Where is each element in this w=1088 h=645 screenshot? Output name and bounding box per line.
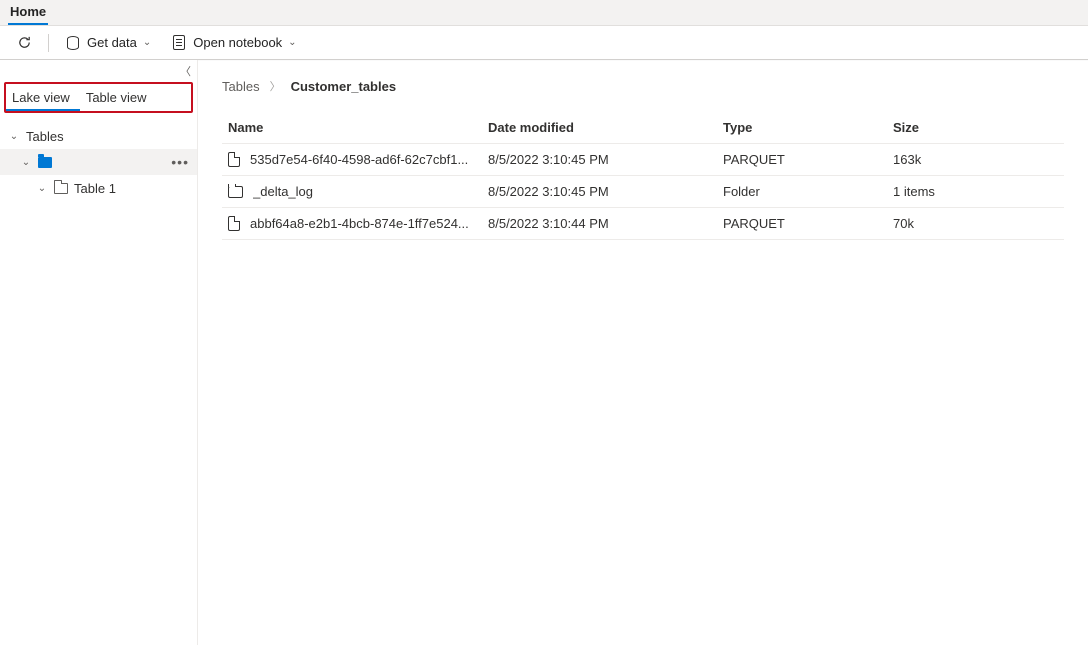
col-size[interactable]: Size <box>893 120 1058 135</box>
folder-outline-icon <box>54 183 68 194</box>
toolbar: Get data ⌄ Open notebook ⌄ <box>0 26 1088 60</box>
breadcrumb-current: Customer_tables <box>291 79 396 94</box>
tree-node-table1[interactable]: ⌄ Table 1 <box>0 175 197 201</box>
table-row[interactable]: _delta_log 8/5/2022 3:10:45 PM Folder 1 … <box>222 176 1064 208</box>
grid-header-row: Name Date modified Type Size <box>222 112 1064 144</box>
sidebar: 〈 Lake view Table view ⌄ Tables ⌄ ••• ⌄ … <box>0 60 198 645</box>
view-tabs-highlight: Lake view Table view <box>4 82 193 113</box>
database-icon <box>65 35 81 51</box>
file-icon <box>228 216 240 231</box>
ribbon-tab-home[interactable]: Home <box>8 0 48 25</box>
tree-node-folder[interactable]: ⌄ ••• <box>0 149 197 175</box>
file-icon <box>228 152 240 167</box>
more-actions-button[interactable]: ••• <box>171 154 189 170</box>
content-panel: Tables 〉 Customer_tables Name Date modif… <box>198 60 1088 645</box>
row-name: _delta_log <box>253 184 313 199</box>
open-notebook-button[interactable]: Open notebook ⌄ <box>165 31 302 55</box>
row-modified: 8/5/2022 3:10:45 PM <box>488 152 723 167</box>
table-row[interactable]: 535d7e54-6f40-4598-ad6f-62c7cbf1... 8/5/… <box>222 144 1064 176</box>
explorer-tree: ⌄ Tables ⌄ ••• ⌄ Table 1 <box>0 113 197 201</box>
open-notebook-label: Open notebook <box>193 35 282 50</box>
toolbar-divider <box>48 34 49 52</box>
refresh-button[interactable] <box>10 31 38 55</box>
chevron-right-icon: 〉 <box>270 78 281 94</box>
get-data-label: Get data <box>87 35 137 50</box>
row-type: PARQUET <box>723 152 893 167</box>
notebook-icon <box>171 35 187 51</box>
row-type: PARQUET <box>723 216 893 231</box>
row-modified: 8/5/2022 3:10:45 PM <box>488 184 723 199</box>
row-modified: 8/5/2022 3:10:44 PM <box>488 216 723 231</box>
row-size: 163k <box>893 152 1058 167</box>
chevron-down-icon: ⌄ <box>36 183 48 194</box>
breadcrumb: Tables 〉 Customer_tables <box>222 78 1064 94</box>
folder-icon <box>38 157 52 168</box>
breadcrumb-root[interactable]: Tables <box>222 79 260 94</box>
tree-node-label: Table 1 <box>74 181 116 196</box>
tab-table-view[interactable]: Table view <box>80 84 157 111</box>
chevron-down-icon: ⌄ <box>20 157 32 168</box>
row-size: 70k <box>893 216 1058 231</box>
row-name: 535d7e54-6f40-4598-ad6f-62c7cbf1... <box>250 152 468 167</box>
col-name[interactable]: Name <box>228 120 488 135</box>
file-grid: Name Date modified Type Size 535d7e54-6f… <box>222 112 1064 240</box>
refresh-icon <box>16 35 32 51</box>
row-size: 1 items <box>893 184 1058 199</box>
chevron-down-icon: ⌄ <box>288 37 296 48</box>
collapse-sidebar-button[interactable]: 〈 <box>180 63 191 79</box>
tree-node-label: Tables <box>26 129 64 144</box>
tree-node-tables[interactable]: ⌄ Tables <box>0 123 197 149</box>
row-type: Folder <box>723 184 893 199</box>
row-name: abbf64a8-e2b1-4bcb-874e-1ff7e524... <box>250 216 469 231</box>
col-modified[interactable]: Date modified <box>488 120 723 135</box>
tab-lake-view[interactable]: Lake view <box>6 84 80 111</box>
get-data-button[interactable]: Get data ⌄ <box>59 31 157 55</box>
chevron-down-icon: ⌄ <box>8 131 20 142</box>
table-row[interactable]: abbf64a8-e2b1-4bcb-874e-1ff7e524... 8/5/… <box>222 208 1064 240</box>
ribbon-header: Home <box>0 0 1088 26</box>
folder-icon <box>228 186 243 198</box>
col-type[interactable]: Type <box>723 120 893 135</box>
chevron-down-icon: ⌄ <box>143 37 151 48</box>
